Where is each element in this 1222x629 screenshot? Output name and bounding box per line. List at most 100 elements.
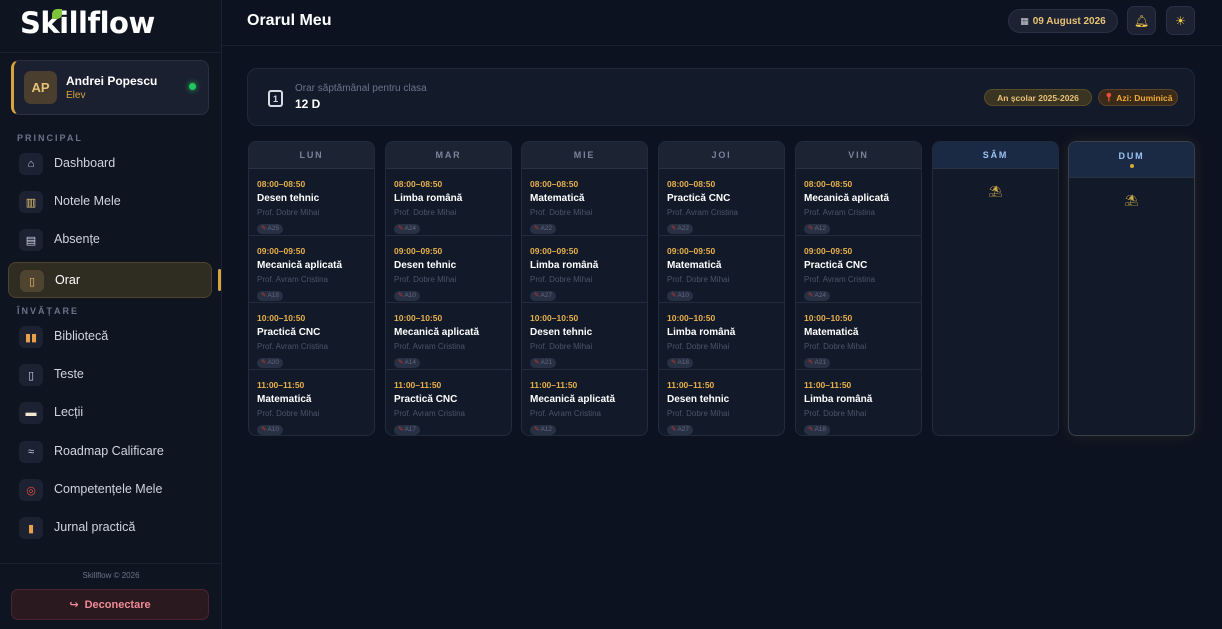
pin-icon: ✎ [261,292,267,299]
lesson-cell[interactable]: 11:00–11:50 Matematică Prof. Dobre Mihai ✎A… [249,370,374,435]
sidebar-item-jurnal-practica[interactable]: ▮ Jurnal practică [8,510,212,546]
leaf-icon [52,9,62,19]
lesson-teacher: Prof. Dobre Mihai [530,342,593,351]
lesson-cell[interactable]: 08:00–08:50 Matematică Prof. Dobre Mihai ✎A… [522,169,647,236]
lesson-cell[interactable]: 09:00–09:50 Mecanică aplicată Prof. Avram … [249,236,374,303]
class-name: 12 D [295,97,321,111]
sidebar-item-roadmap-calificare[interactable]: ≈ Roadmap Calificare [8,434,212,470]
lesson-cell[interactable]: 09:00–09:50 Practică CNC Prof. Avram Crist… [796,236,921,303]
sidebar-item-absente[interactable]: ▤ Absențe [8,222,212,258]
room-badge: ✎A20 [257,358,284,368]
lesson-time: 08:00–08:50 [394,179,443,189]
pin-icon: ✎ [398,225,404,232]
pin-icon: ✎ [261,225,267,232]
journal-icon: ▮ [19,517,43,539]
books-icon: ▮▮ [19,326,43,348]
lesson-time: 09:00–09:50 [530,246,579,256]
sidebar-item-dashboard[interactable]: ⌂ Dashboard [8,146,212,182]
day-label: JOI [711,150,732,160]
lesson-subject: Limba română [394,193,463,204]
sidebar-item-label: Absențe [54,232,100,246]
lesson-teacher: Prof. Dobre Mihai [257,208,320,217]
lesson-cell[interactable]: 11:00–11:50 Limba română Prof. Dobre Mihai… [796,370,921,435]
logout-button[interactable]: ↪ Deconectare [11,589,209,620]
user-role: Elev [66,90,86,101]
lesson-teacher: Prof. Dobre Mihai [804,409,867,418]
pin-icon: ✎ [398,359,404,366]
lesson-time: 09:00–09:50 [804,246,853,256]
lesson-time: 08:00–08:50 [804,179,853,189]
user-card[interactable]: AP Andrei Popescu Elev [11,60,209,115]
today-badge: 📍︎ Azi: Duminică [1098,89,1178,106]
notifications-button[interactable]: 🔔︎ [1127,6,1156,35]
lesson-cell[interactable]: 10:00–10:50 Limba română Prof. Dobre Mihai… [659,303,784,370]
day-header: DUM [1069,142,1194,178]
lesson-teacher: Prof. Dobre Mihai [667,409,730,418]
room-label: A18 [677,359,690,366]
room-badge: ✎A24 [394,224,421,234]
pin-icon: ✎ [808,359,814,366]
relax-icon: ⛱ [1124,195,1139,207]
lesson-cell[interactable]: 10:00–10:50 Desen tehnic Prof. Dobre Mihai… [522,303,647,370]
copyright: Skillflow © 2026 [82,571,140,580]
sun-icon: ☀ [1175,13,1186,28]
lesson-cell[interactable]: 10:00–10:50 Practică CNC Prof. Avram Crist… [249,303,374,370]
lesson-teacher: Prof. Avram Cristina [257,342,328,351]
lesson-cell[interactable]: 11:00–11:50 Mecanică aplicată Prof. Avram … [522,370,647,435]
online-status-dot [189,83,196,90]
theme-toggle-button[interactable]: ☀ [1166,6,1195,35]
day-column-mar: MAR 08:00–08:50 Limba română Prof. Dobre Mi… [385,141,512,436]
room-badge: ✎A18 [804,425,831,435]
pin-icon: ✎ [671,426,677,433]
sidebar-item-competentele-mele[interactable]: ◎ Competențele Mele [8,472,212,508]
day-label: MIE [573,150,596,160]
lesson-cell[interactable]: 08:00–08:50 Desen tehnic Prof. Dobre Mihai… [249,169,374,236]
sidebar-item-label: Dashboard [54,156,116,170]
lesson-cell[interactable]: 09:00–09:50 Desen tehnic Prof. Dobre Mihai… [386,236,511,303]
lesson-cell[interactable]: 10:00–10:50 Mecanică aplicată Prof. Avram … [386,303,511,370]
room-badge: ✎A21 [804,358,831,368]
lesson-teacher: Prof. Dobre Mihai [394,208,457,217]
room-label: A27 [677,426,690,433]
lesson-cell[interactable]: 09:00–09:50 Matematică Prof. Dobre Mihai ✎A… [659,236,784,303]
pin-icon: ✎ [534,292,540,299]
page-title: Orarul Meu [247,12,332,29]
sidebar-item-teste[interactable]: ▯ Teste [8,357,212,393]
room-badge: ✎A10 [667,291,694,301]
lesson-subject: Practică CNC [804,260,868,271]
lesson-cell[interactable]: 11:00–11:50 Practică CNC Prof. Avram Crist… [386,370,511,435]
lesson-subject: Desen tehnic [667,394,730,405]
sidebar-item-lectii[interactable]: ▬ Lecții [8,395,212,431]
room-badge: ✎A12 [530,425,557,435]
room-badge: ✎A10 [257,425,284,435]
lesson-time: 10:00–10:50 [804,313,853,323]
logout-icon: ↪ [69,599,79,611]
day-header: LUN [249,142,374,169]
lesson-time: 11:00–11:50 [394,380,442,390]
sidebar-item-label: Roadmap Calificare [54,444,164,458]
sidebar-item-label: Lecții [54,405,84,419]
app-logo[interactable]: Skillflow [20,6,155,40]
lesson-subject: Practică CNC [394,394,458,405]
room-badge: ✎A21 [530,358,557,368]
pin-icon: ✎ [398,292,404,299]
lesson-cell[interactable]: 08:00–08:50 Limba română Prof. Dobre Mihai… [386,169,511,236]
day-label: DUM [1118,151,1145,161]
lesson-cell[interactable]: 11:00–11:50 Desen tehnic Prof. Dobre Mihai… [659,370,784,435]
lesson-teacher: Prof. Avram Cristina [257,275,328,284]
lesson-cell[interactable]: 09:00–09:50 Limba română Prof. Dobre Mihai… [522,236,647,303]
lesson-time: 10:00–10:50 [667,313,716,323]
lesson-cell[interactable]: 08:00–08:50 Mecanică aplicată Prof. Avram … [796,169,921,236]
sidebar-item-orar[interactable]: ▯ Orar [8,262,212,298]
sidebar-item-notele-mele[interactable]: ▥ Notele Mele [8,184,212,220]
current-date: 09 August 2026 [1032,15,1106,27]
logout-label: Deconectare [84,598,151,611]
day-label: VIN [848,150,869,160]
lesson-subject: Matematică [667,260,722,271]
sidebar-item-biblioteca[interactable]: ▮▮ Bibliotecă [8,319,212,355]
pin-icon: ✎ [261,426,267,433]
today-dot [1129,164,1134,168]
calendar-icon: ▦ [1020,15,1029,26]
lesson-cell[interactable]: 10:00–10:50 Matematică Prof. Dobre Mihai ✎A… [796,303,921,370]
lesson-cell[interactable]: 08:00–08:50 Practică CNC Prof. Avram Crist… [659,169,784,236]
